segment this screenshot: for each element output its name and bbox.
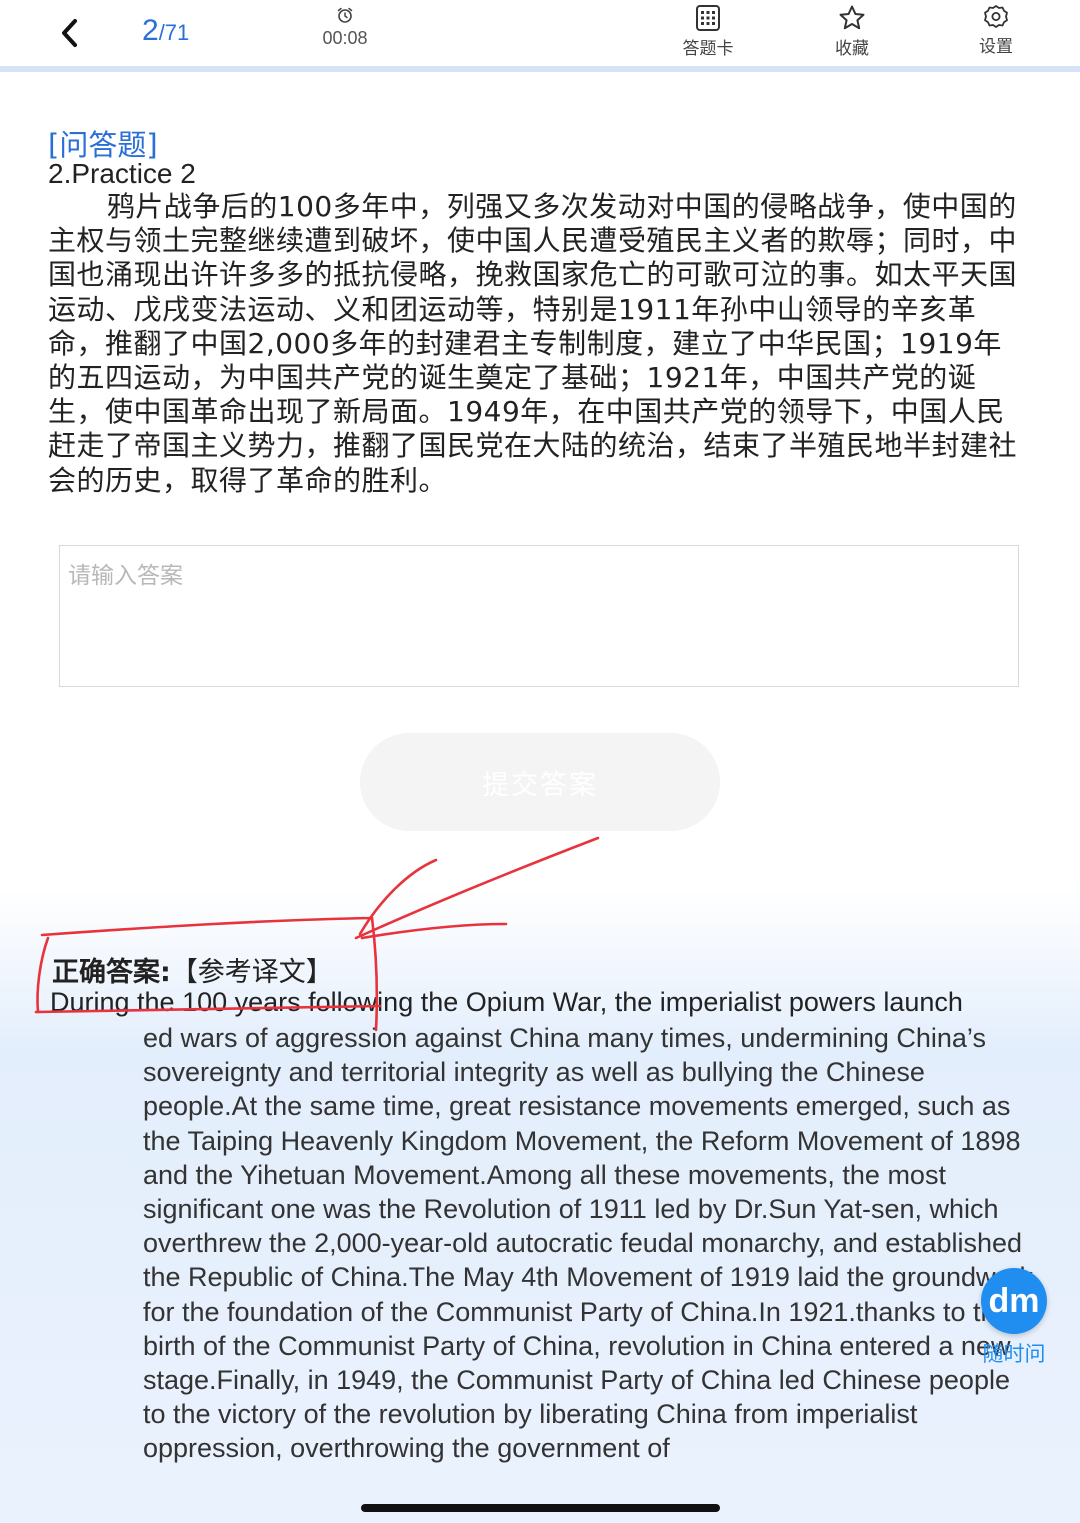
back-button[interactable] — [52, 10, 88, 56]
assistant-label: 随时问 — [982, 1342, 1046, 1366]
timer-value: 00:08 — [322, 28, 368, 48]
star-icon — [839, 5, 865, 30]
answer-input[interactable] — [59, 545, 1019, 687]
gear-icon — [984, 5, 1008, 28]
timer: 00:08 — [310, 6, 380, 49]
correct-answer-label: 正确答案: — [52, 957, 171, 988]
settings-label: 设置 — [979, 37, 1013, 57]
home-indicator[interactable] — [361, 1504, 720, 1512]
question-counter: 2/71 — [142, 14, 189, 48]
answer-card-button[interactable]: 答题卡 — [663, 4, 753, 59]
assistant-logo-icon: dm — [981, 1268, 1047, 1334]
favorite-label: 收藏 — [835, 39, 869, 59]
answer-first-line: During the 100 years following the Opium… — [50, 987, 963, 1017]
settings-button[interactable]: 设置 — [951, 4, 1041, 57]
counter-current: 2 — [142, 14, 159, 47]
question-body: 鸦片战争后的100多年中，列强又多次发动对中国的侵略战争，使中国的主权与领土完整… — [48, 190, 1018, 497]
top-bar: 2/71 00:08 答题卡 收藏 设置 — [0, 0, 1080, 66]
answer-card-icon — [696, 5, 720, 31]
chevron-left-icon — [62, 19, 77, 47]
ask-assistant-button[interactable]: dm 随时问 — [978, 1268, 1050, 1368]
favorite-button[interactable]: 收藏 — [807, 4, 897, 59]
correct-answer-heading: 正确答案:【参考译文】 — [52, 950, 333, 989]
reference-translation-label: 【参考译文】 — [170, 957, 333, 988]
question-title: 2.Practice 2 — [48, 158, 196, 189]
counter-total: /71 — [158, 20, 190, 45]
answer-card-label: 答题卡 — [682, 39, 734, 59]
submit-answer-button[interactable]: 提交答案 — [360, 733, 720, 831]
alarm-clock-icon — [337, 7, 353, 23]
answer-body: ed wars of aggression against China many… — [143, 1023, 1034, 1464]
